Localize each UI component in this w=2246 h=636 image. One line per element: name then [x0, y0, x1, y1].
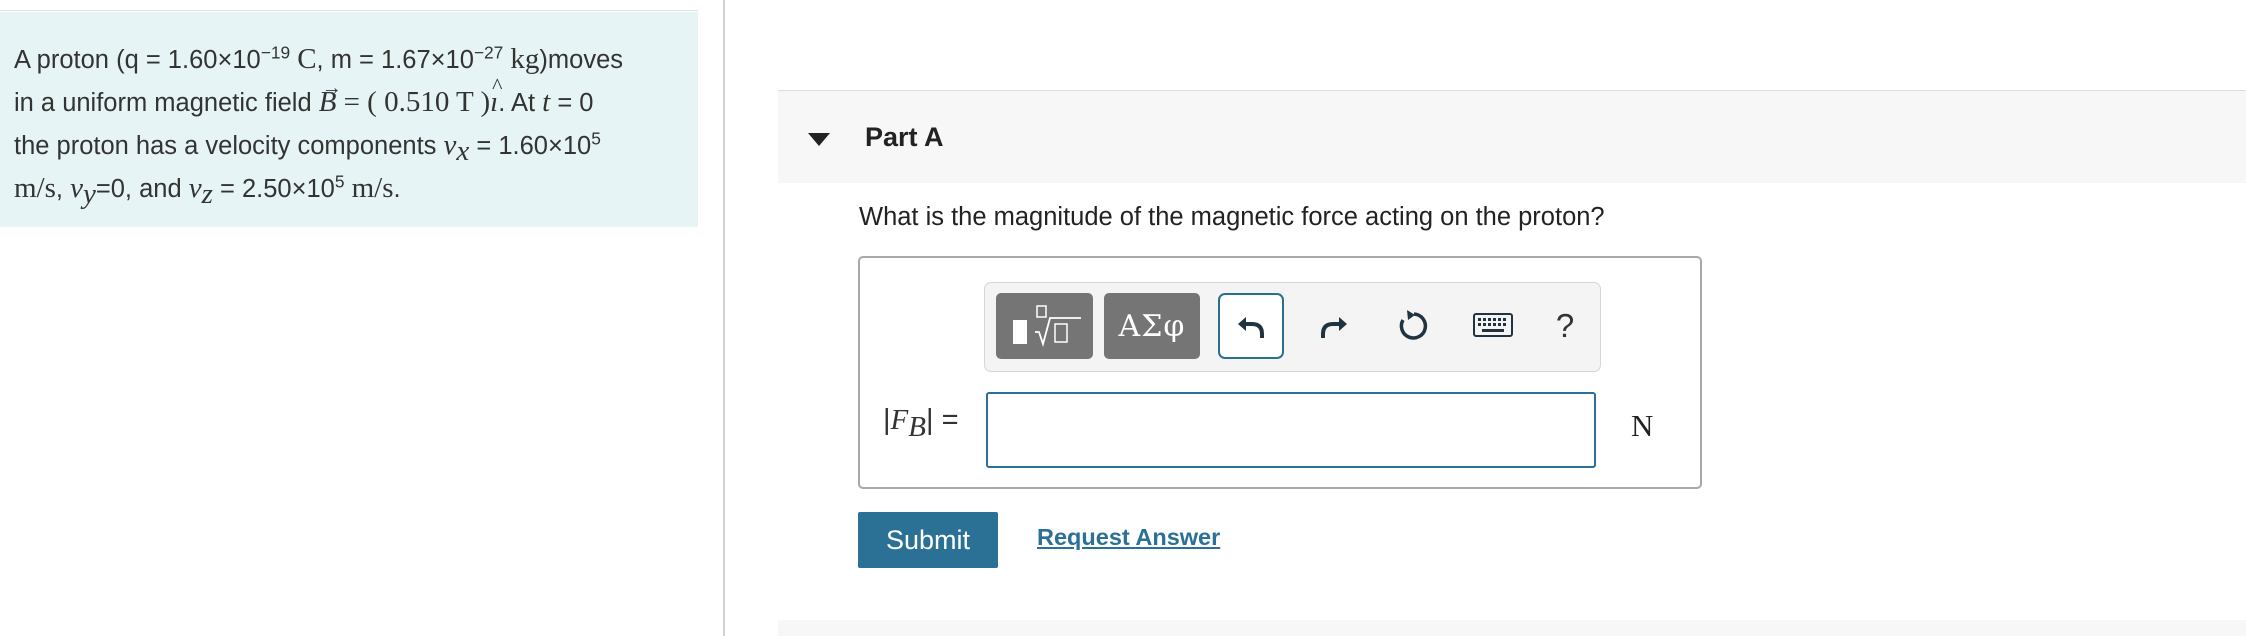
mass-unit: kg — [510, 43, 540, 75]
mass-exponent: −27 — [473, 42, 504, 63]
problem-text: the proton has a velocity components — [14, 132, 437, 160]
vz-exponent: 5 — [334, 171, 345, 192]
vx-unit: m/s — [14, 172, 56, 204]
problem-line-3: the proton has a velocity components vx … — [14, 124, 688, 167]
vx-exponent: 5 — [591, 128, 601, 149]
force-symbol: F — [890, 404, 909, 436]
vx-subscript: x — [456, 135, 470, 168]
keyboard-icon — [1473, 313, 1513, 337]
request-answer-link[interactable]: Request Answer — [1037, 524, 1220, 551]
abs-open: | — [883, 404, 891, 436]
magnetic-field-vector: → B — [318, 77, 342, 118]
keyboard-button[interactable] — [1460, 293, 1526, 359]
vz-symbol: v — [188, 172, 202, 204]
redo-button[interactable] — [1304, 293, 1364, 359]
collapse-caret-icon[interactable] — [808, 133, 830, 146]
problem-text: . — [393, 175, 401, 203]
answer-box: ΑΣφ ? |FB| = N — [858, 256, 1702, 489]
templates-button[interactable] — [996, 293, 1093, 359]
problem-text: in a uniform magnetic field — [14, 89, 312, 117]
part-title: Part A — [865, 122, 944, 152]
vx-symbol: v — [443, 129, 457, 161]
symbols-button[interactable]: ΑΣφ — [1104, 293, 1200, 359]
problem-line-1: A proton (q = 1.60×10−19 C, m = 1.67×10−… — [14, 38, 688, 81]
problem-panel: A proton (q = 1.60×10−19 C, m = 1.67×10−… — [0, 0, 724, 636]
reset-button[interactable] — [1384, 293, 1444, 359]
unit-vector-i: ^ ı — [490, 73, 503, 118]
redo-icon — [1321, 317, 1347, 338]
problem-text: = 1.60×10 — [476, 132, 592, 160]
help-button[interactable]: ? — [1540, 293, 1590, 359]
problem-line-4: m/s, vy=0, and vz = 2.50×105 m/s. — [14, 167, 688, 210]
vz-subscript: z — [201, 178, 213, 211]
undo-icon — [1238, 317, 1264, 338]
problem-statement: A proton (q = 1.60×10−19 C, m = 1.67×10−… — [0, 12, 698, 227]
unit-label: N — [1631, 408, 1654, 443]
part-a-header[interactable]: Part A — [778, 90, 2246, 183]
vy-symbol: v — [70, 172, 83, 204]
charge-exponent: −19 — [260, 42, 291, 63]
problem-text: = 2.50×10 — [220, 175, 335, 203]
math-toolbar: ΑΣφ ? — [984, 282, 1601, 372]
question-panel: Part A What is the magnitude of the magn… — [725, 0, 2246, 636]
answer-label: |FB| = — [883, 404, 959, 441]
problem-line-2: in a uniform magnetic field → B = ( 0.510… — [14, 73, 688, 124]
problem-text: . At — [498, 89, 536, 117]
vz-unit: m/s — [351, 172, 394, 204]
field-value: = ( 0.510 T ) — [343, 86, 491, 118]
charge-unit: C — [297, 43, 317, 75]
templates-icon — [1012, 305, 1081, 348]
next-part-strip — [778, 620, 2246, 636]
problem-text: = 0 — [557, 89, 594, 117]
answer-input[interactable] — [986, 392, 1596, 468]
problem-text: A proton (q = 1.60×10 — [14, 46, 261, 74]
vy-subscript: y — [82, 178, 96, 211]
problem-text: )moves — [539, 46, 624, 74]
problem-text: , — [55, 175, 63, 203]
force-subscript: B — [908, 410, 926, 443]
undo-button[interactable] — [1218, 293, 1284, 359]
problem-text: =0, and — [95, 175, 182, 203]
reset-icon — [1399, 310, 1428, 340]
problem-top-border — [0, 10, 698, 11]
time-symbol: t — [542, 86, 551, 118]
submit-button[interactable]: Submit — [858, 512, 998, 568]
question-text: What is the magnitude of the magnetic fo… — [859, 203, 1605, 231]
abs-close-equals: | = — [925, 404, 959, 436]
